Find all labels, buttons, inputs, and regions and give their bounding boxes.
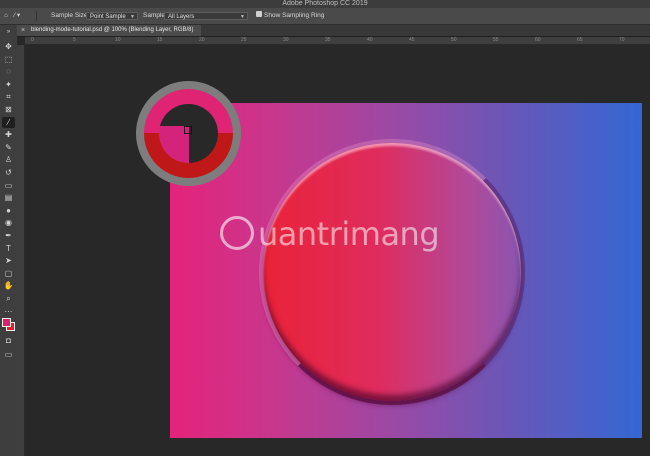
more-icon[interactable]: ⋯	[2, 306, 15, 317]
ruler-tick-label: 20	[199, 37, 205, 43]
sampling-ring-center-corner	[159, 104, 189, 126]
clone-stamp-icon[interactable]: ♙	[2, 154, 15, 165]
ruler-tick-label: 65	[577, 37, 583, 43]
chevron-down-icon: ▼	[240, 14, 245, 20]
foreground-color-swatch[interactable]	[2, 318, 11, 327]
frame-icon[interactable]: ⊠	[2, 104, 15, 115]
ruler-tick-label: 50	[451, 37, 457, 43]
document-tab-bar: × blending-mode-tutorial.psd @ 100% (Ble…	[17, 25, 650, 37]
watermark-logo	[220, 216, 254, 250]
ruler-tick-label: 40	[367, 37, 373, 43]
document-tab[interactable]: × blending-mode-tutorial.psd @ 100% (Ble…	[17, 25, 201, 36]
collapse-icon[interactable]: »	[2, 27, 15, 38]
pen-icon[interactable]: ✒	[2, 230, 15, 241]
marquee-icon[interactable]: ⬚	[2, 54, 15, 65]
screen-mode-icon[interactable]: ▭	[2, 349, 15, 360]
horizontal-ruler[interactable]: 0 5 10 15 20 25 30 35 40 45 50 55 60 65 70	[25, 37, 650, 45]
move-icon[interactable]: ✥	[2, 41, 15, 52]
options-bar: ⌂ ⁄ ▾ Sample Size: Point Sample ▼ Sample…	[0, 8, 650, 25]
show-sampling-ring-label: Show Sampling Ring	[264, 12, 325, 19]
vertical-ruler[interactable]	[17, 45, 25, 456]
quick-mask-icon[interactable]: ◘	[2, 335, 15, 346]
ruler-tick-label: 60	[535, 37, 541, 43]
path-selection-icon[interactable]: ➤	[2, 255, 15, 266]
ruler-tick-label: 5	[73, 37, 76, 43]
watermark: uantrimang	[220, 215, 600, 256]
ruler-tick-label: 0	[31, 37, 34, 43]
sample-select[interactable]: All Layers ▼	[164, 12, 248, 20]
sampling-ring-center-workspace	[189, 104, 218, 163]
type-icon[interactable]: T	[2, 243, 15, 254]
eyedropper-preset-picker[interactable]: ⁄ ▾	[14, 11, 37, 21]
lasso-icon[interactable]: ◌	[2, 66, 15, 77]
brush-icon[interactable]: ✎	[2, 142, 15, 153]
circle-button-shape	[259, 139, 525, 405]
document-tab-label: blending-mode-tutorial.psd @ 100% (Blend…	[31, 27, 194, 33]
eyedropper-cursor	[184, 126, 192, 134]
tools-panel: » ✥ ⬚ ◌ ✦ ⌗ ⊠ ⁄ ✚ ✎ ♙ ↺ ▭ ▤ ● ◉ ✒ T ➤ ▢ ✋ ⌕ ⋯ ◘ ▭	[0, 25, 18, 456]
gradient-icon[interactable]: ▤	[2, 192, 15, 203]
sample-size-label: Sample Size:	[51, 12, 90, 19]
blur-icon[interactable]: ●	[2, 205, 15, 216]
sample-value: All Layers	[168, 14, 195, 20]
close-icon[interactable]: ×	[21, 25, 25, 36]
crop-icon[interactable]: ⌗	[2, 91, 15, 102]
document-canvas[interactable]: uantrimang	[170, 103, 642, 438]
eyedropper-icon[interactable]: ⁄	[2, 116, 15, 128]
history-brush-icon[interactable]: ↺	[2, 167, 15, 178]
ruler-tick-label: 30	[283, 37, 289, 43]
watermark-text: uantrimang	[258, 215, 440, 253]
show-sampling-ring-toggle[interactable]: Show Sampling Ring	[256, 11, 324, 21]
ruler-tick-label: 70	[619, 37, 625, 43]
healing-brush-icon[interactable]: ✚	[2, 129, 15, 140]
dodge-icon[interactable]: ◉	[2, 217, 15, 228]
show-sampling-ring-checkbox[interactable]	[256, 11, 262, 18]
canvas-workspace[interactable]: uantrimang	[25, 45, 650, 456]
ruler-tick-label: 25	[241, 37, 247, 43]
ruler-tick-label: 55	[493, 37, 499, 43]
rectangle-icon[interactable]: ▢	[2, 268, 15, 279]
sample-size-value: Point Sample	[90, 14, 126, 20]
eraser-icon[interactable]: ▭	[2, 180, 15, 191]
home-icon[interactable]: ⌂	[4, 11, 8, 21]
hand-icon[interactable]: ✋	[2, 280, 15, 291]
ruler-tick-label: 45	[409, 37, 415, 43]
title-bar: Adobe Photoshop CC 2019	[0, 0, 650, 8]
ruler-tick-label: 15	[157, 37, 163, 43]
chevron-down-icon: ▼	[130, 14, 135, 20]
sample-size-select[interactable]: Point Sample ▼	[86, 12, 138, 20]
app-title: Adobe Photoshop CC 2019	[282, 0, 368, 7]
zoom-icon[interactable]: ⌕	[2, 293, 15, 304]
circle-button-rim	[259, 139, 525, 405]
ruler-tick-label: 35	[325, 37, 331, 43]
ruler-tick-label: 10	[115, 37, 121, 43]
magic-wand-icon[interactable]: ✦	[2, 79, 15, 90]
